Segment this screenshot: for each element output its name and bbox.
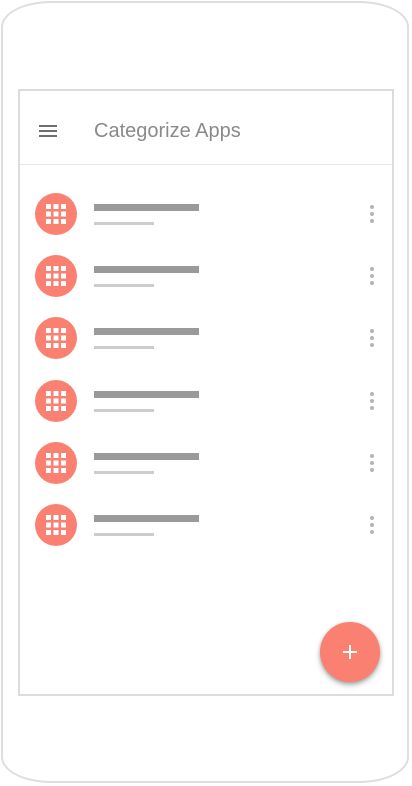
item-title-placeholder xyxy=(94,390,199,398)
more-vert-icon[interactable] xyxy=(365,266,379,288)
item-subtitle-placeholder xyxy=(94,346,154,350)
more-vert-icon[interactable] xyxy=(365,328,379,350)
item-title-placeholder xyxy=(94,266,199,274)
grid-apps-icon xyxy=(46,390,66,411)
hamburger-menu-icon[interactable] xyxy=(37,124,59,138)
list-item[interactable] xyxy=(20,245,392,307)
grid-apps-icon xyxy=(46,514,66,535)
app-category-avatar xyxy=(35,379,77,422)
page-title: Categorize Apps xyxy=(94,120,241,142)
more-vert-icon[interactable] xyxy=(365,204,379,226)
item-title-placeholder xyxy=(94,204,199,211)
grid-apps-icon xyxy=(46,328,66,349)
add-category-button[interactable] xyxy=(320,622,380,682)
list-item[interactable] xyxy=(20,183,392,245)
app-category-avatar xyxy=(35,503,77,546)
more-vert-icon[interactable] xyxy=(365,391,379,413)
plus-icon xyxy=(320,622,380,682)
item-subtitle-placeholder xyxy=(94,532,154,536)
item-title-placeholder xyxy=(94,328,199,336)
item-subtitle-placeholder xyxy=(94,470,154,474)
app-category-avatar xyxy=(35,441,77,484)
more-vert-icon[interactable] xyxy=(365,453,379,475)
more-vert-icon[interactable] xyxy=(365,515,379,537)
list-item[interactable] xyxy=(20,432,392,494)
item-subtitle-placeholder xyxy=(94,408,154,412)
item-title-placeholder xyxy=(94,452,199,460)
app-category-avatar xyxy=(35,193,77,235)
app-screen: Categorize Apps xyxy=(18,89,394,696)
item-subtitle-placeholder xyxy=(94,222,154,225)
grid-apps-icon xyxy=(46,452,66,473)
item-subtitle-placeholder xyxy=(94,284,154,288)
app-category-avatar xyxy=(35,255,77,298)
list-item[interactable] xyxy=(20,494,392,556)
app-bar: Categorize Apps xyxy=(20,91,392,165)
app-category-avatar xyxy=(35,317,77,360)
grid-apps-icon xyxy=(46,204,66,224)
list-item[interactable] xyxy=(20,307,392,369)
item-title-placeholder xyxy=(94,514,199,522)
app-category-list xyxy=(20,183,392,556)
list-item[interactable] xyxy=(20,370,392,432)
grid-apps-icon xyxy=(46,266,66,287)
